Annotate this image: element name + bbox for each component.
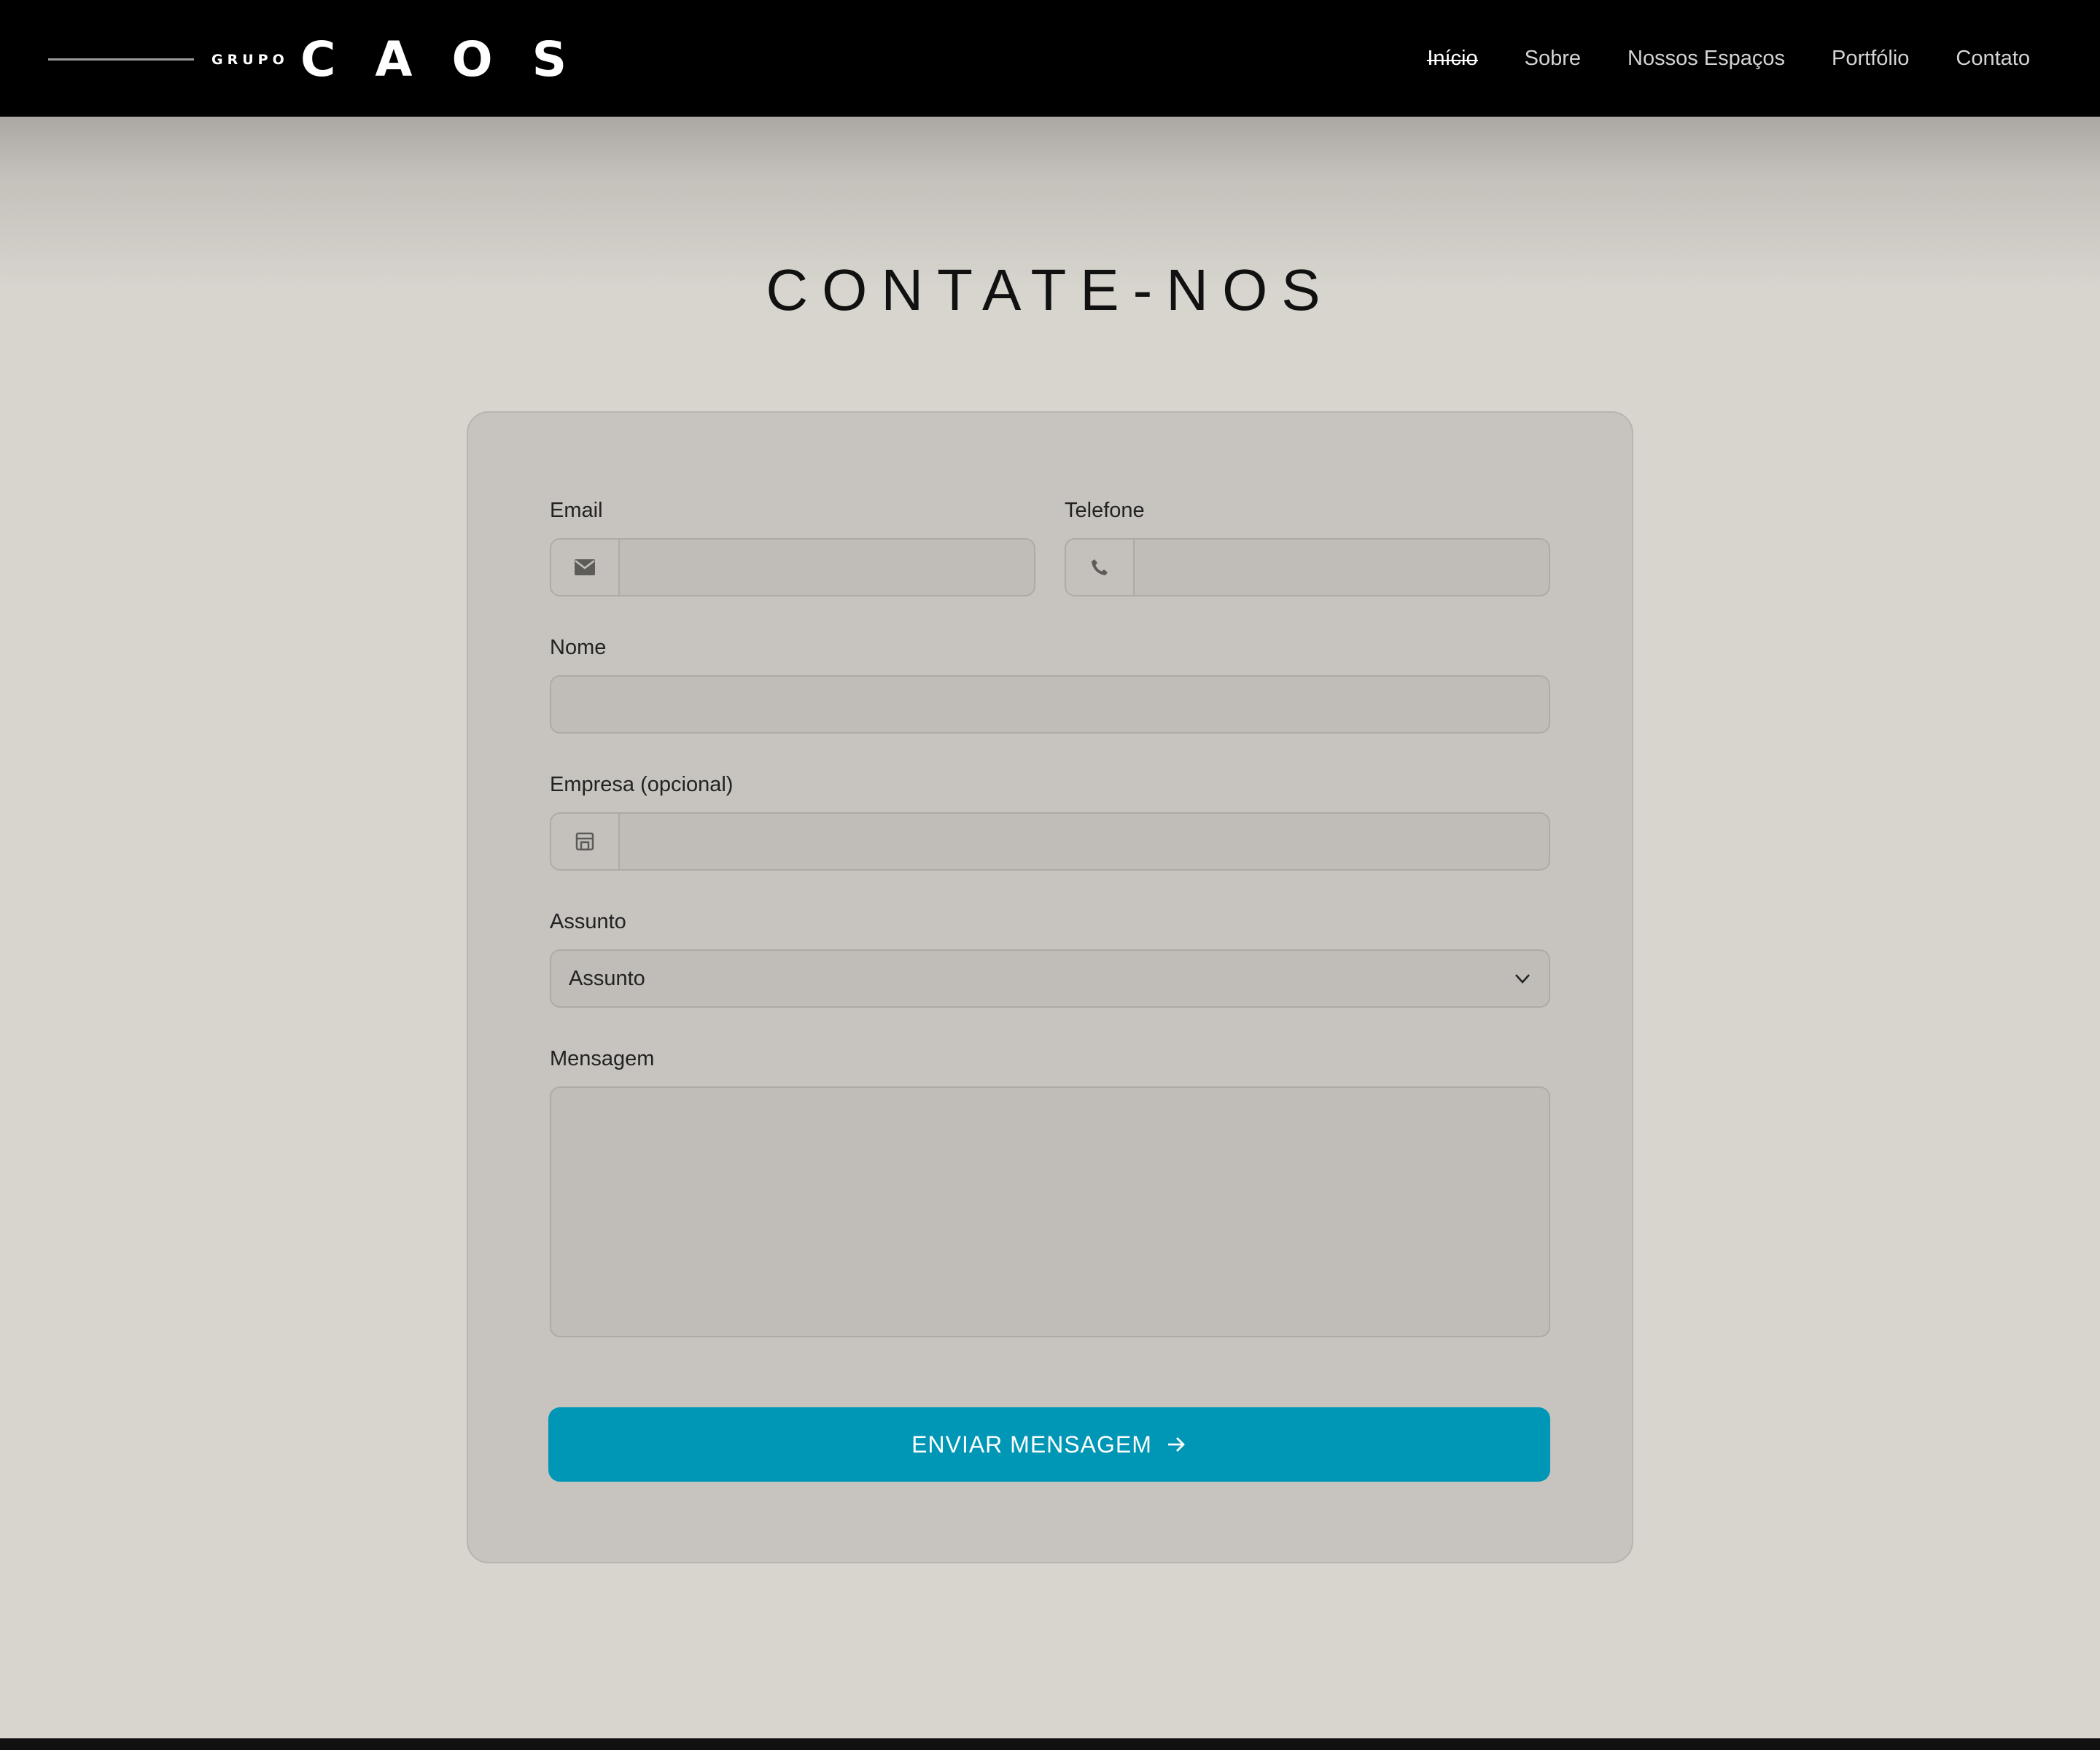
telefone-input[interactable]: [1136, 540, 1549, 595]
telefone-label: Telefone: [1065, 499, 1145, 522]
email-label: Email: [550, 499, 603, 522]
nav-item-nossos-espacos[interactable]: Nossos Espaços: [1628, 42, 1785, 74]
chevron-down-icon: [1515, 974, 1530, 984]
email-field-wrapper: [550, 538, 1035, 596]
logo-small-text: GRUPO: [211, 52, 289, 68]
top-navigation-bar: GRUPO CAOS Início Sobre Nossos Espaços P…: [0, 0, 2100, 117]
page-title: CONTATE-NOS: [766, 257, 1334, 322]
nome-label: Nome: [550, 636, 607, 659]
nav-item-inicio[interactable]: Início: [1427, 42, 1478, 74]
logo[interactable]: CAOS: [300, 32, 606, 88]
assunto-select[interactable]: Assunto: [550, 949, 1550, 1008]
store-icon: [551, 814, 620, 869]
assunto-selected-value: Assunto: [569, 967, 645, 990]
arrow-right-icon: [1167, 1437, 1185, 1452]
email-input[interactable]: [621, 540, 1034, 595]
phone-icon: [1066, 540, 1135, 595]
empresa-field-wrapper: [550, 812, 1550, 871]
mensagem-label: Mensagem: [550, 1047, 655, 1070]
assunto-label: Assunto: [550, 910, 626, 933]
mensagem-textarea[interactable]: [550, 1086, 1550, 1337]
nav-item-portfolio[interactable]: Portfólio: [1832, 42, 1909, 74]
footer-edge: [0, 1738, 2100, 1750]
empresa-input[interactable]: [621, 814, 1549, 869]
empresa-label: Empresa (opcional): [550, 773, 734, 796]
enviar-mensagem-button[interactable]: ENVIAR MENSAGEM: [548, 1407, 1550, 1482]
telefone-field-wrapper: [1065, 538, 1550, 596]
nav-item-label: Início: [1427, 42, 1478, 74]
logo-line: [48, 58, 194, 61]
nav-item-contato[interactable]: Contato: [1956, 42, 2030, 74]
envelope-icon: [551, 540, 620, 595]
submit-label: ENVIAR MENSAGEM: [911, 1431, 1152, 1458]
nav-item-sobre[interactable]: Sobre: [1525, 42, 1581, 74]
main-nav: Início Sobre Nossos Espaços Portfólio Co…: [1427, 42, 2030, 74]
nome-input[interactable]: [551, 677, 1549, 732]
nome-field-wrapper: [550, 675, 1550, 734]
